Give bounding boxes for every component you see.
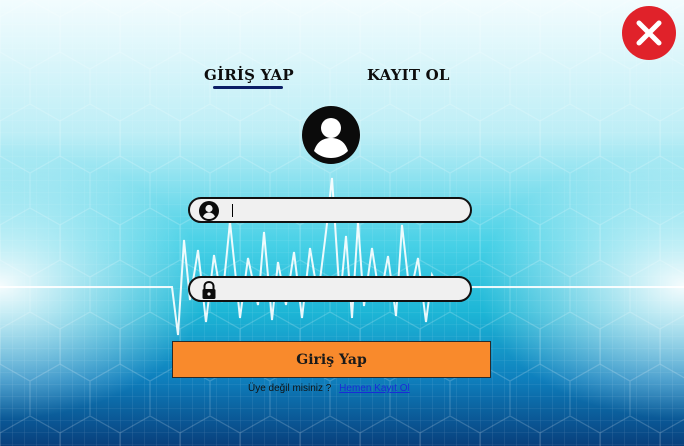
register-prompt-text: Üye değil misiniz ? [248, 383, 332, 394]
register-prompt: Üye değil misiniz ? Hemen Kayıt Ol [248, 383, 410, 394]
lock-icon [202, 280, 216, 299]
password-input[interactable] [230, 280, 450, 298]
tab-login[interactable]: GİRİŞ YAP [204, 66, 294, 84]
text-caret [232, 204, 233, 217]
account-circle-icon [302, 106, 360, 164]
username-field[interactable] [188, 197, 472, 223]
login-button[interactable]: Giriş Yap [172, 341, 491, 378]
close-icon[interactable] [620, 4, 678, 62]
tab-register[interactable]: KAYIT OL [367, 66, 450, 84]
password-field[interactable] [188, 276, 472, 302]
username-input[interactable] [230, 201, 450, 219]
register-link[interactable]: Hemen Kayıt Ol [339, 383, 410, 394]
active-tab-underline [213, 86, 283, 89]
user-icon [199, 201, 219, 221]
background-graphic [0, 0, 684, 446]
